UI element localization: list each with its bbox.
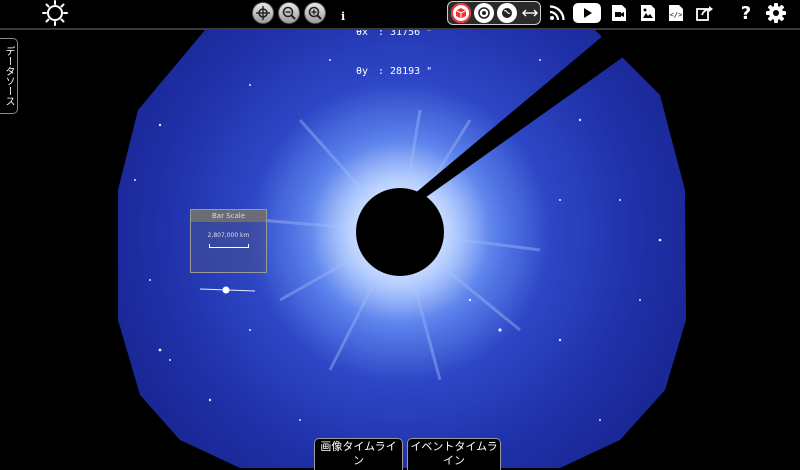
movie-button[interactable]	[608, 2, 630, 24]
y-coord-unit: "	[426, 66, 433, 77]
zoom-controls	[252, 2, 326, 26]
bar-scale-value: 2,807,000 km	[207, 232, 250, 239]
svg-text:</>: </>	[670, 11, 683, 19]
data-download-button[interactable]: </>	[665, 2, 687, 24]
swap-view-button[interactable]	[520, 3, 540, 23]
help-button[interactable]: ?	[735, 2, 757, 24]
zoom-out-icon	[282, 6, 296, 20]
image-timeline-tab[interactable]: 画像タイムライン	[314, 438, 403, 470]
3d-view-icon	[455, 8, 467, 19]
view-mode-group	[447, 1, 541, 25]
event-timeline-tab[interactable]: イベントタイムライン	[407, 438, 501, 470]
youtube-button[interactable]	[573, 2, 601, 24]
screenshot-icon	[641, 5, 655, 21]
screenshot-button[interactable]	[637, 2, 659, 24]
y-coord-value: 28193	[390, 66, 421, 77]
2d-view-icon	[478, 7, 490, 19]
center-button[interactable]	[252, 2, 274, 24]
data-sources-tab[interactable]: データソース	[0, 38, 18, 114]
zoom-out-button[interactable]	[278, 2, 300, 24]
toolbar-divider	[0, 28, 800, 30]
bar-scale-ruler	[209, 244, 249, 248]
settings-icon	[766, 3, 786, 23]
swap-icon	[522, 9, 538, 17]
bar-scale-title[interactable]: Bar Scale	[191, 210, 266, 222]
share-icon	[696, 6, 713, 21]
info-button[interactable]: i	[341, 10, 345, 23]
rss-icon	[549, 5, 565, 21]
y-coord-label: θy	[356, 66, 369, 77]
center-icon	[256, 6, 270, 20]
earth-view-icon	[502, 8, 512, 18]
bar-scale-widget[interactable]: Bar Scale 2,807,000 km	[190, 209, 267, 273]
zoom-in-button[interactable]	[304, 2, 326, 24]
settings-button[interactable]	[765, 2, 787, 24]
movie-icon	[612, 5, 626, 21]
youtube-icon	[573, 3, 601, 23]
helioviewer-logo-icon[interactable]	[42, 0, 68, 26]
rss-button[interactable]	[546, 2, 568, 24]
earth-view-button[interactable]	[497, 3, 517, 23]
3d-view-button[interactable]	[451, 3, 471, 23]
share-button[interactable]	[694, 2, 716, 24]
y-coord-sep: :	[378, 66, 385, 77]
zoom-in-icon	[308, 6, 322, 20]
data-download-icon: </>	[669, 5, 683, 21]
data-sources-label: データソース	[3, 46, 14, 106]
top-toolbar: i θx:31756 " θy:28193 " </> ?	[0, 0, 800, 77]
2d-view-button[interactable]	[474, 3, 494, 23]
coordinate-readout: θx:31756 " θy:28193 "	[356, 0, 432, 104]
